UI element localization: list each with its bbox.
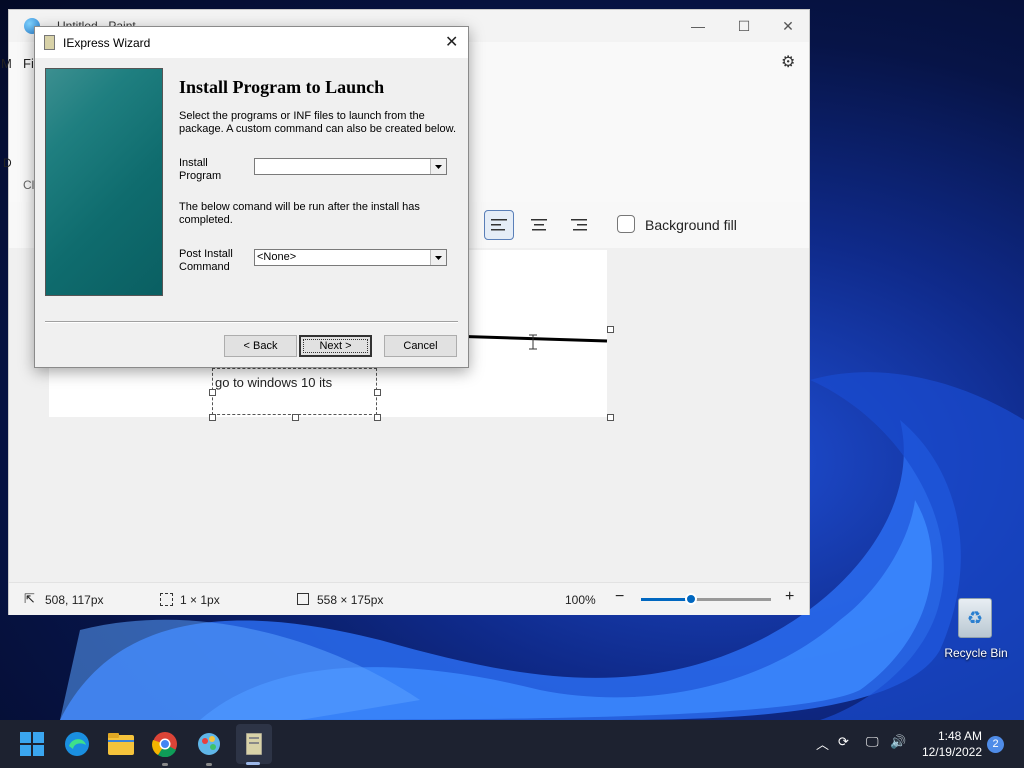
clock-date: 12/19/2022: [921, 745, 982, 759]
notification-badge[interactable]: 2: [987, 736, 1004, 753]
wizard-heading: Install Program to Launch: [179, 77, 385, 97]
background-fill-checkbox[interactable]: [617, 215, 635, 233]
pinned-app-indicator: [162, 763, 168, 766]
align-center-button[interactable]: [524, 210, 554, 240]
text-box-handle[interactable]: [374, 389, 381, 396]
zoom-level: 100%: [565, 593, 596, 607]
iexpress-icon[interactable]: [236, 724, 272, 764]
file-explorer-icon[interactable]: [104, 727, 138, 761]
wizard-close-button[interactable]: ✕: [445, 32, 458, 52]
align-left-icon: [491, 219, 507, 231]
selection-size: 1 × 1px: [180, 593, 220, 607]
volume-icon[interactable]: 🔊: [890, 734, 906, 750]
settings-icon[interactable]: ⚙: [781, 52, 795, 72]
left-partial-label-2: D: [3, 156, 12, 170]
clock-time: 1:48 AM: [937, 729, 982, 743]
recycle-bin-icon: ♻: [958, 598, 992, 638]
background-fill-label: Background fill: [645, 217, 737, 233]
wizard-side-image: [45, 68, 163, 296]
text-box-content: go to windows 10 its: [215, 375, 333, 390]
post-install-value: <None>: [257, 251, 297, 263]
zoom-in-button[interactable]: +: [785, 588, 794, 606]
resize-handle[interactable]: [607, 414, 614, 421]
align-left-button[interactable]: [484, 210, 514, 240]
menu-file[interactable]: Fi: [23, 56, 34, 71]
cancel-button[interactable]: Cancel: [384, 335, 457, 357]
text-box-handle[interactable]: [209, 414, 216, 421]
ribbon-partial-label: Cl: [23, 178, 35, 192]
left-partial-label: M: [1, 56, 12, 71]
text-box-handle[interactable]: [292, 414, 299, 421]
recycle-bin-label: Recycle Bin: [944, 646, 1008, 660]
active-app-indicator: [246, 762, 260, 765]
canvas-size: 558 × 175px: [317, 593, 384, 607]
post-install-note: The below comand will be run after the i…: [179, 201, 420, 226]
paint-statusbar: ⇱ 508, 117px 1 × 1px 558 × 175px 100% − …: [9, 582, 809, 615]
zoom-slider-thumb[interactable]: [685, 593, 697, 605]
pinned-app-indicator: [206, 763, 212, 766]
zoom-out-button[interactable]: −: [615, 588, 624, 606]
clock[interactable]: 1:48 AM 12/19/2022: [918, 728, 982, 760]
start-icon[interactable]: [15, 727, 49, 761]
text-box[interactable]: go to windows 10 its: [212, 368, 377, 415]
post-install-combo[interactable]: <None>: [254, 249, 447, 266]
chrome-icon[interactable]: [148, 727, 182, 761]
align-center-icon: [531, 219, 547, 231]
next-button[interactable]: Next >: [299, 335, 372, 357]
canvas-size-icon: [297, 593, 309, 605]
wizard-titlebar: IExpress Wizard ✕: [35, 27, 468, 58]
wizard-divider: [45, 321, 458, 323]
cursor-position: 508, 117px: [45, 593, 104, 607]
back-button[interactable]: < Back: [224, 335, 297, 357]
resize-handle[interactable]: [607, 326, 614, 333]
close-button[interactable]: ✕: [765, 10, 811, 42]
chevron-up-icon[interactable]: ︿: [816, 734, 829, 753]
align-right-icon: [571, 219, 587, 231]
minimize-button[interactable]: —: [675, 10, 721, 42]
selection-icon: [160, 593, 173, 606]
maximize-button[interactable]: ☐: [721, 10, 767, 42]
iexpress-wizard-dialog: IExpress Wizard ✕ Install Program to Lau…: [34, 26, 469, 368]
text-box-handle[interactable]: [209, 389, 216, 396]
install-program-combo[interactable]: [254, 158, 447, 175]
edge-icon[interactable]: [60, 727, 94, 761]
align-right-button[interactable]: [564, 210, 594, 240]
wizard-description: Select the programs or INF files to laun…: [179, 110, 456, 135]
zoom-slider[interactable]: [641, 593, 771, 605]
cursor-icon: ⇱: [24, 591, 35, 606]
recycle-bin[interactable]: ♻ Recycle Bin: [938, 596, 1014, 666]
chevron-down-icon[interactable]: [430, 250, 446, 265]
network-icon[interactable]: 🖵: [866, 734, 879, 750]
zoom-slider-fill: [641, 598, 691, 601]
chevron-down-icon[interactable]: [430, 159, 446, 174]
install-program-label: Install Program: [179, 157, 222, 182]
paint-icon[interactable]: [192, 727, 226, 761]
post-install-label: Post Install Command: [179, 248, 233, 273]
sync-icon[interactable]: ⟳: [838, 734, 849, 750]
iexpress-icon: [44, 35, 55, 50]
wizard-title: IExpress Wizard: [63, 36, 151, 50]
text-box-handle[interactable]: [374, 414, 381, 421]
